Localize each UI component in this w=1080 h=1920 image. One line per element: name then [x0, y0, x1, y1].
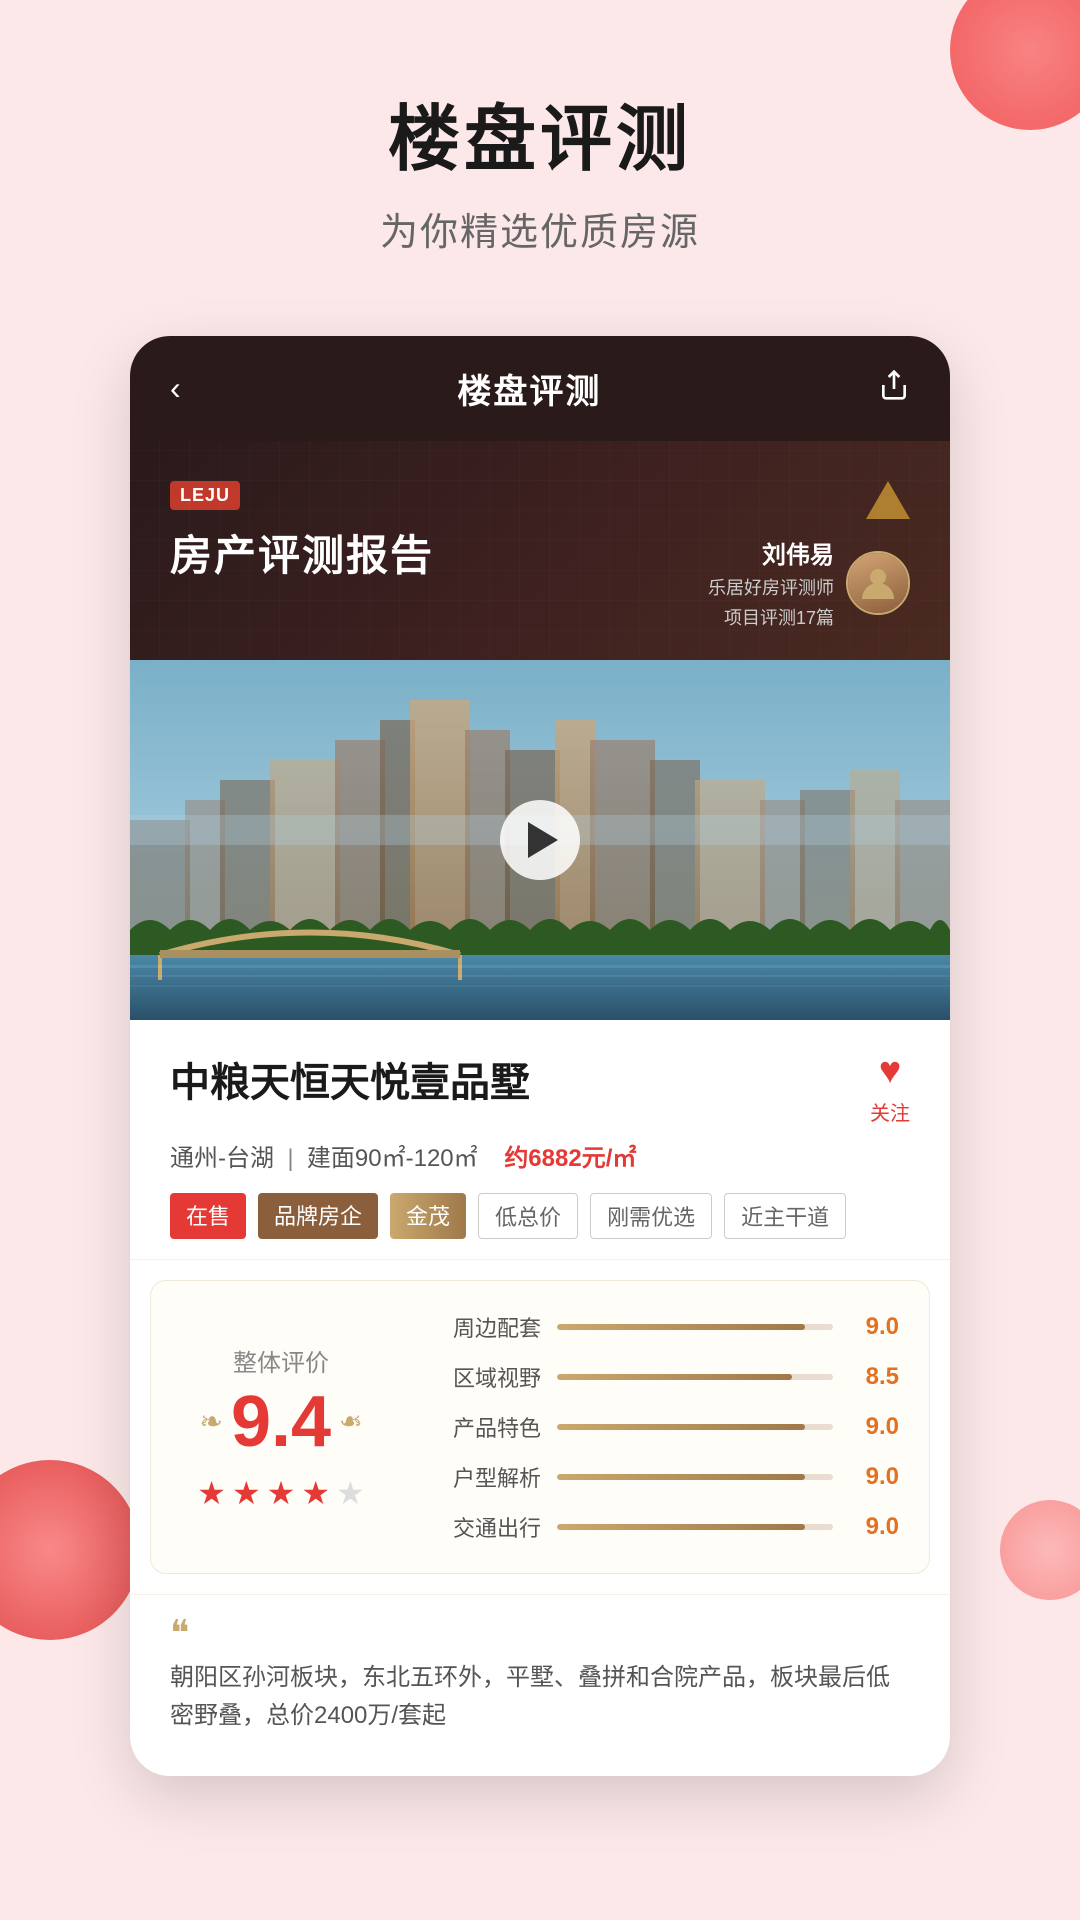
reviewer-info: 刘伟易 乐居好房评测师 项目评测17篇: [708, 535, 910, 630]
star-3: ★: [267, 1474, 296, 1512]
app-header-title: 楼盘评测: [457, 364, 601, 413]
hero-section: 楼盘评测 为你精选优质房源: [0, 0, 1080, 296]
ratings-breakdown: 周边配套 9.0 区域视野 8.5 产品特色 9.0: [421, 1311, 899, 1543]
video-section[interactable]: [130, 660, 950, 1020]
rating-score-3: 9.0: [849, 1463, 899, 1491]
rating-label-2: 产品特色: [421, 1411, 541, 1443]
overall-rating: 整体评价 ❧ 9.4 ❧ ★ ★ ★ ★ ★: [181, 1311, 381, 1543]
rating-score-0: 9.0: [849, 1313, 899, 1341]
rating-score-1: 8.5: [849, 1363, 899, 1391]
tag-brand-enterprise: 品牌房企: [258, 1193, 378, 1239]
rating-bar-bg-0: [557, 1324, 833, 1330]
bg-blob-bottom-left: [0, 1460, 140, 1640]
rating-bar-fill-3: [557, 1474, 805, 1480]
quote-text: 朝阳区孙河板块，东北五环外，平墅、叠拼和合院产品，板块最后低密野叠，总价2400…: [170, 1659, 910, 1736]
star-4: ★: [301, 1474, 330, 1512]
rating-bar-fill-4: [557, 1524, 805, 1530]
property-price: 约6882元/㎡: [504, 1145, 636, 1172]
property-header: 中粮天恒天悦壹品墅 ♥ 关注: [170, 1050, 910, 1126]
wheat-right-icon: ❧: [339, 1405, 362, 1438]
property-tags: 在售 品牌房企 金茂 低总价 刚需优选 近主干道: [170, 1193, 910, 1239]
rating-label-4: 交通出行: [421, 1511, 541, 1543]
cityscape: [130, 660, 950, 1020]
tag-jinmao: 金茂: [390, 1193, 466, 1239]
star-1: ★: [197, 1474, 226, 1512]
phone-mockup: ‹ 楼盘评测 LEJU 房产评测报告 刘伟易 乐居好房评测师 项目评测17篇: [130, 336, 950, 1776]
rating-row-1: 区域视野 8.5: [421, 1361, 899, 1393]
rating-score-2: 9.0: [849, 1413, 899, 1441]
reviewer-text: 刘伟易 乐居好房评测师 项目评测17篇: [708, 535, 834, 630]
rating-row-2: 产品特色 9.0: [421, 1411, 899, 1443]
favorite-button[interactable]: ♥ 关注: [870, 1050, 910, 1126]
rating-bar-bg-2: [557, 1424, 833, 1430]
hero-title: 楼盘评测: [40, 80, 1040, 185]
rating-label-0: 周边配套: [421, 1311, 541, 1343]
overall-rating-label: 整体评价: [233, 1343, 329, 1378]
star-rating: ★ ★ ★ ★ ★: [197, 1474, 364, 1512]
rating-score-4: 9.0: [849, 1513, 899, 1541]
rating-bar-bg-4: [557, 1524, 833, 1530]
wheat-decoration: ❧ 9.4 ❧: [199, 1386, 362, 1458]
property-name: 中粮天恒天悦壹品墅: [170, 1050, 530, 1108]
star-2: ★: [232, 1474, 261, 1512]
rating-bar-fill-2: [557, 1424, 805, 1430]
heart-icon: ♥: [879, 1050, 902, 1093]
triangle-decoration: [866, 481, 910, 519]
rating-bar-fill-1: [557, 1374, 792, 1380]
property-info: 中粮天恒天悦壹品墅 ♥ 关注 通州-台湖 | 建面90㎡-120㎡ 约6882元…: [130, 1020, 950, 1260]
reviewer-desc1: 乐居好房评测师: [708, 574, 834, 600]
rating-row-4: 交通出行 9.0: [421, 1511, 899, 1543]
rating-row-3: 户型解析 9.0: [421, 1461, 899, 1493]
back-button[interactable]: ‹: [170, 370, 181, 407]
play-button[interactable]: [500, 800, 580, 880]
overall-score: 9.4: [231, 1386, 331, 1458]
report-title: 房产评测报告: [170, 522, 434, 583]
report-banner: LEJU 房产评测报告 刘伟易 乐居好房评测师 项目评测17篇: [130, 441, 950, 660]
app-header: ‹ 楼盘评测: [130, 336, 950, 441]
report-right: 刘伟易 乐居好房评测师 项目评测17篇: [708, 481, 910, 630]
rating-bar-fill-0: [557, 1324, 805, 1330]
reviewer-name: 刘伟易: [708, 535, 834, 570]
tag-on-sale: 在售: [170, 1193, 246, 1239]
rating-bar-bg-3: [557, 1474, 833, 1480]
rating-bar-bg-1: [557, 1374, 833, 1380]
avatar: [846, 551, 910, 615]
rating-label-3: 户型解析: [421, 1461, 541, 1493]
share-button[interactable]: [878, 369, 910, 409]
property-area: 建面90㎡-120㎡: [307, 1145, 478, 1172]
tag-near-road: 近主干道: [724, 1193, 846, 1239]
play-triangle-icon: [528, 822, 558, 858]
star-5: ★: [336, 1474, 365, 1512]
report-left: LEJU 房产评测报告: [170, 481, 434, 583]
quote-section: ❝ 朝阳区孙河板块，东北五环外，平墅、叠拼和合院产品，板块最后低密野叠，总价24…: [130, 1594, 950, 1776]
ratings-section: 整体评价 ❧ 9.4 ❧ ★ ★ ★ ★ ★ 周边配套 9.0: [150, 1280, 930, 1574]
reviewer-desc2: 项目评测17篇: [708, 604, 834, 630]
rating-label-1: 区域视野: [421, 1361, 541, 1393]
bg-blob-bottom-right: [1000, 1500, 1080, 1600]
property-details: 通州-台湖 | 建面90㎡-120㎡ 约6882元/㎡: [170, 1138, 910, 1173]
rating-row-0: 周边配套 9.0: [421, 1311, 899, 1343]
tag-just-need: 刚需优选: [590, 1193, 712, 1239]
favorite-label: 关注: [870, 1097, 910, 1126]
leju-logo: LEJU: [170, 481, 240, 510]
hero-subtitle: 为你精选优质房源: [40, 201, 1040, 256]
wheat-left-icon: ❧: [199, 1405, 222, 1438]
tag-low-price: 低总价: [478, 1193, 578, 1239]
property-location: 通州-台湖: [170, 1145, 274, 1172]
quote-mark: ❝: [170, 1615, 910, 1651]
